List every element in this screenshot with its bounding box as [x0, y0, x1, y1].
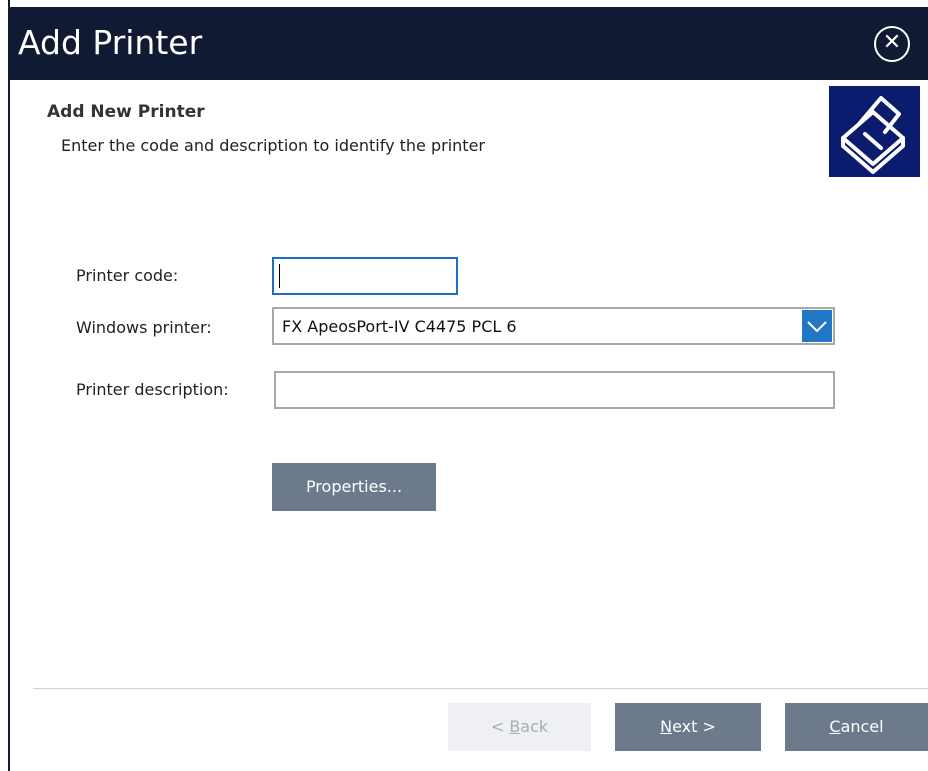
next-button[interactable]: Next > [615, 703, 761, 751]
printer-icon [829, 86, 920, 177]
window-left-border [8, 0, 10, 771]
cancel-button[interactable]: Cancel [785, 703, 928, 751]
windows-printer-dropdown[interactable]: FX ApeosPort-IV C4475 PCL 6 [272, 307, 835, 345]
properties-button[interactable]: Properties... [272, 463, 436, 511]
window-left-margin [0, 0, 8, 771]
page-heading: Add New Printer [47, 102, 205, 122]
back-label-rest: ack [520, 717, 549, 736]
title-bar: Add Printer ✕ [10, 7, 928, 80]
next-mnemonic: N [660, 717, 673, 736]
printer-description-input[interactable] [274, 371, 835, 409]
back-button[interactable]: < Back [448, 703, 591, 751]
back-mnemonic: B [509, 717, 521, 736]
next-label-rest: ext > [672, 717, 716, 736]
printer-description-label: Printer description: [76, 380, 229, 399]
window-title: Add Printer [18, 23, 203, 62]
windows-printer-value: FX ApeosPort-IV C4475 PCL 6 [282, 317, 517, 336]
chevron-down-icon[interactable] [802, 310, 832, 342]
cancel-mnemonic: C [829, 717, 841, 736]
printer-code-label: Printer code: [76, 266, 179, 285]
close-icon[interactable]: ✕ [874, 26, 910, 62]
text-caret [279, 264, 280, 288]
cancel-label-rest: ancel [840, 717, 884, 736]
printer-code-input[interactable] [272, 257, 458, 295]
footer-divider [33, 688, 928, 689]
page-subheading: Enter the code and description to identi… [61, 136, 485, 155]
back-prefix: < [490, 717, 510, 736]
windows-printer-label: Windows printer: [76, 318, 212, 337]
